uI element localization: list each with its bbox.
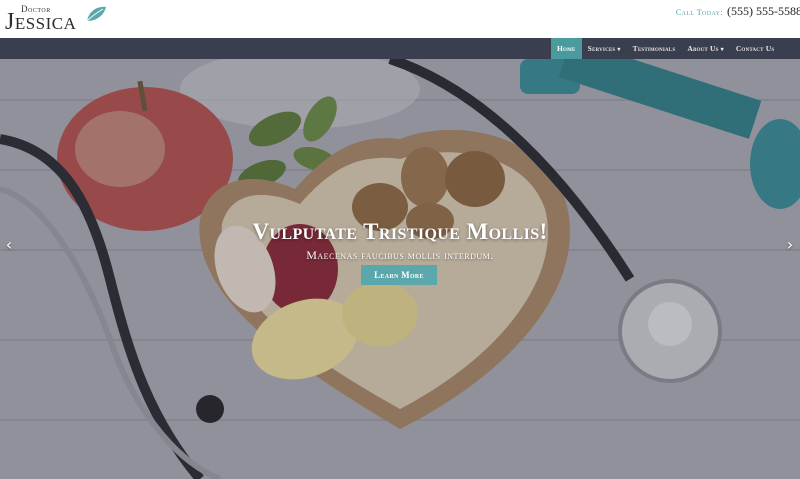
chevron-down-icon: ▾ <box>617 47 621 53</box>
phone-number[interactable]: (555) 555-5588 <box>727 4 800 18</box>
main-nav: Home Services ▾ Testimonials About Us ▾ Co… <box>0 38 800 59</box>
nav-testimonials[interactable]: Testimonials <box>627 38 682 59</box>
site-header: Doctor Jessica Call Today: (555) 555-5588 <box>0 0 800 38</box>
nav-contact-us[interactable]: Contact Us <box>730 38 781 59</box>
nav-about-us[interactable]: About Us ▾ <box>681 38 729 59</box>
call-today-label: Call Today: <box>675 8 723 17</box>
phone-contact: Call Today: (555) 555-5588 <box>676 4 800 19</box>
nav-home[interactable]: Home <box>551 38 582 59</box>
logo-jessica-text: Jessica <box>5 9 77 35</box>
site-logo[interactable]: Doctor Jessica <box>5 3 115 37</box>
leaf-icon <box>86 6 106 22</box>
learn-more-button[interactable]: Learn More <box>361 265 437 285</box>
chevron-left-icon[interactable]: ‹ <box>1 233 17 257</box>
nav-services[interactable]: Services ▾ <box>582 38 627 59</box>
chevron-right-icon[interactable]: › <box>782 233 798 257</box>
hero-slider: Vulputate Tristique Mollis! Maecenas fau… <box>0 59 800 479</box>
hero-title: Vulputate Tristique Mollis! <box>252 219 548 244</box>
chevron-down-icon: ▾ <box>720 47 724 53</box>
hero-subtitle: Maecenas faucibus mollis interdum. <box>306 248 494 262</box>
